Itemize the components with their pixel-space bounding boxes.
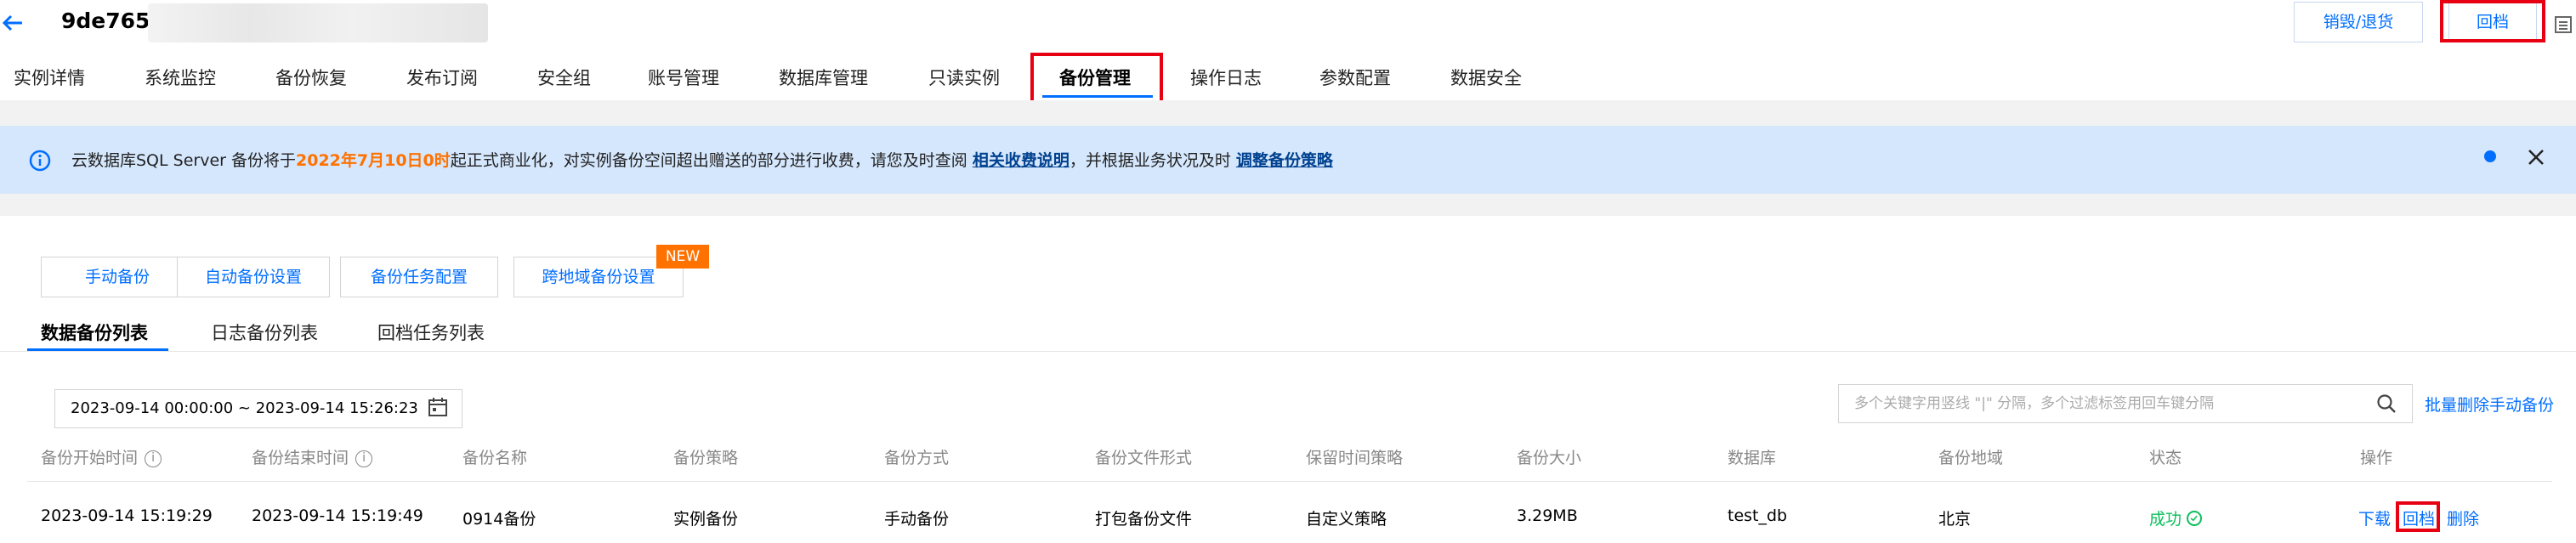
- back-arrow-icon[interactable]: [0, 10, 26, 36]
- new-badge: NEW: [656, 245, 709, 269]
- col-backup-policy: 备份策略: [673, 449, 739, 467]
- highlight-box-rollback-link: [2396, 501, 2440, 532]
- tab-backup-restore[interactable]: 备份恢复: [275, 65, 347, 90]
- cell-file-form: 打包备份文件: [1095, 510, 1193, 529]
- tab-instance-details[interactable]: 实例详情: [14, 65, 85, 90]
- col-retention-policy: 保留时间策略: [1306, 449, 1404, 467]
- status-text: 成功: [2149, 510, 2182, 529]
- tab-operation-log[interactable]: 操作日志: [1190, 65, 1262, 90]
- backup-list-tabs: 数据备份列表 日志备份列表 回档任务列表: [0, 316, 2576, 352]
- col-backup-region: 备份地域: [1938, 449, 2004, 467]
- destroy-button[interactable]: 销毁/退货: [2294, 2, 2423, 42]
- success-check-icon: [2187, 510, 2203, 526]
- cell-backup-policy: 实例备份: [673, 510, 739, 529]
- col-backup-file-form: 备份文件形式: [1095, 449, 1193, 467]
- top-bar: 9de765 销毁/退货 回档: [0, 0, 2576, 48]
- cell-end-time: 2023-09-14 15:19:49: [252, 506, 423, 525]
- tab-account-management[interactable]: 账号管理: [648, 65, 719, 90]
- tab-publish-subscribe[interactable]: 发布订阅: [406, 65, 478, 90]
- cell-backup-name: 0914备份: [462, 510, 536, 529]
- instance-id-redacted: [148, 3, 488, 42]
- tab-system-monitor[interactable]: 系统监控: [145, 65, 216, 90]
- search-input[interactable]: 多个关键字用竖线 "|" 分隔，多个过滤标签用回车键分隔: [1838, 384, 2413, 423]
- date-range-picker[interactable]: 2023-09-14 00:00:00 ~ 2023-09-14 15:26:2…: [54, 389, 462, 428]
- close-icon[interactable]: [2527, 148, 2545, 167]
- adjust-policy-link[interactable]: 调整备份策略: [1236, 151, 1333, 170]
- pricing-link[interactable]: 相关收费说明: [973, 151, 1070, 170]
- cell-region: 北京: [1938, 510, 1972, 529]
- bulk-delete-manual-backup-link[interactable]: 批量删除手动备份: [2425, 393, 2554, 416]
- backup-task-config-button[interactable]: 备份任务配置: [340, 257, 498, 297]
- col-label: 备份开始时间: [41, 449, 139, 467]
- notice-text-mid: 起正式商业化，对实例备份空间超出赠送的部分进行收费，请您及时查阅: [450, 151, 973, 170]
- cell-start-time: 2023-09-14 15:19:29: [41, 506, 213, 525]
- list-icon[interactable]: [2554, 15, 2573, 34]
- notice-text-mid2: ，并根据业务状况及时: [1069, 151, 1236, 170]
- tab-parameter-config[interactable]: 参数配置: [1319, 65, 1391, 90]
- manual-backup-button[interactable]: 手动备份: [41, 257, 194, 297]
- cell-retention: 自定义策略: [1306, 510, 1387, 529]
- col-status: 状态: [2149, 449, 2182, 467]
- tab-readonly-instance[interactable]: 只读实例: [928, 65, 1000, 90]
- subtab-log-backup-list[interactable]: 日志备份列表: [211, 320, 318, 345]
- col-backup-start-time: 备份开始时间 i: [41, 445, 162, 468]
- info-icon: [29, 150, 51, 172]
- cell-status: 成功: [2149, 506, 2203, 529]
- tab-data-security[interactable]: 数据安全: [1450, 65, 1522, 90]
- delete-link[interactable]: 删除: [2447, 506, 2479, 529]
- instance-id: 9de765: [61, 8, 150, 33]
- section-gap-2: [0, 194, 2576, 216]
- instance-tabs: 实例详情 系统监控 备份恢复 发布订阅 安全组 账号管理 数据库管理 只读实例 …: [0, 56, 2576, 100]
- col-operations: 操作: [2360, 449, 2393, 467]
- cell-size: 3.29MB: [1517, 506, 1578, 525]
- table-header-divider: [27, 481, 2552, 482]
- active-subtab-underline: [27, 348, 168, 351]
- notice-date: 2022年7月10日0时: [296, 151, 451, 170]
- notice-dot: [2484, 150, 2496, 162]
- col-database: 数据库: [1728, 449, 1777, 467]
- cell-database: test_db: [1728, 506, 1788, 525]
- auto-backup-settings-button[interactable]: 自动备份设置: [177, 257, 330, 297]
- col-label: 备份结束时间: [252, 449, 349, 467]
- subtab-data-backup-list[interactable]: 数据备份列表: [41, 320, 148, 345]
- calendar-icon[interactable]: [427, 396, 449, 418]
- section-gap: [0, 100, 2576, 126]
- download-link[interactable]: 下载: [2358, 506, 2391, 529]
- col-backup-name: 备份名称: [462, 449, 528, 467]
- notice-text: 云数据库SQL Server 备份将于2022年7月10日0时起正式商业化，对实…: [71, 148, 1333, 171]
- subtab-rollback-task-list[interactable]: 回档任务列表: [377, 320, 485, 345]
- info-icon[interactable]: i: [145, 450, 162, 467]
- search-icon[interactable]: [2375, 393, 2397, 415]
- notice-text-before: 云数据库SQL Server 备份将于: [71, 151, 296, 170]
- col-backup-size: 备份大小: [1517, 449, 1582, 467]
- tab-database-management[interactable]: 数据库管理: [779, 65, 868, 90]
- col-backup-end-time: 备份结束时间 i: [252, 445, 373, 468]
- cell-backup-method: 手动备份: [884, 510, 950, 529]
- highlight-box-restore: [2440, 0, 2545, 42]
- notice-banner: 云数据库SQL Server 备份将于2022年7月10日0时起正式商业化，对实…: [0, 126, 2576, 194]
- col-backup-method: 备份方式: [884, 449, 950, 467]
- tab-security-group[interactable]: 安全组: [537, 65, 591, 90]
- info-icon[interactable]: i: [355, 450, 373, 467]
